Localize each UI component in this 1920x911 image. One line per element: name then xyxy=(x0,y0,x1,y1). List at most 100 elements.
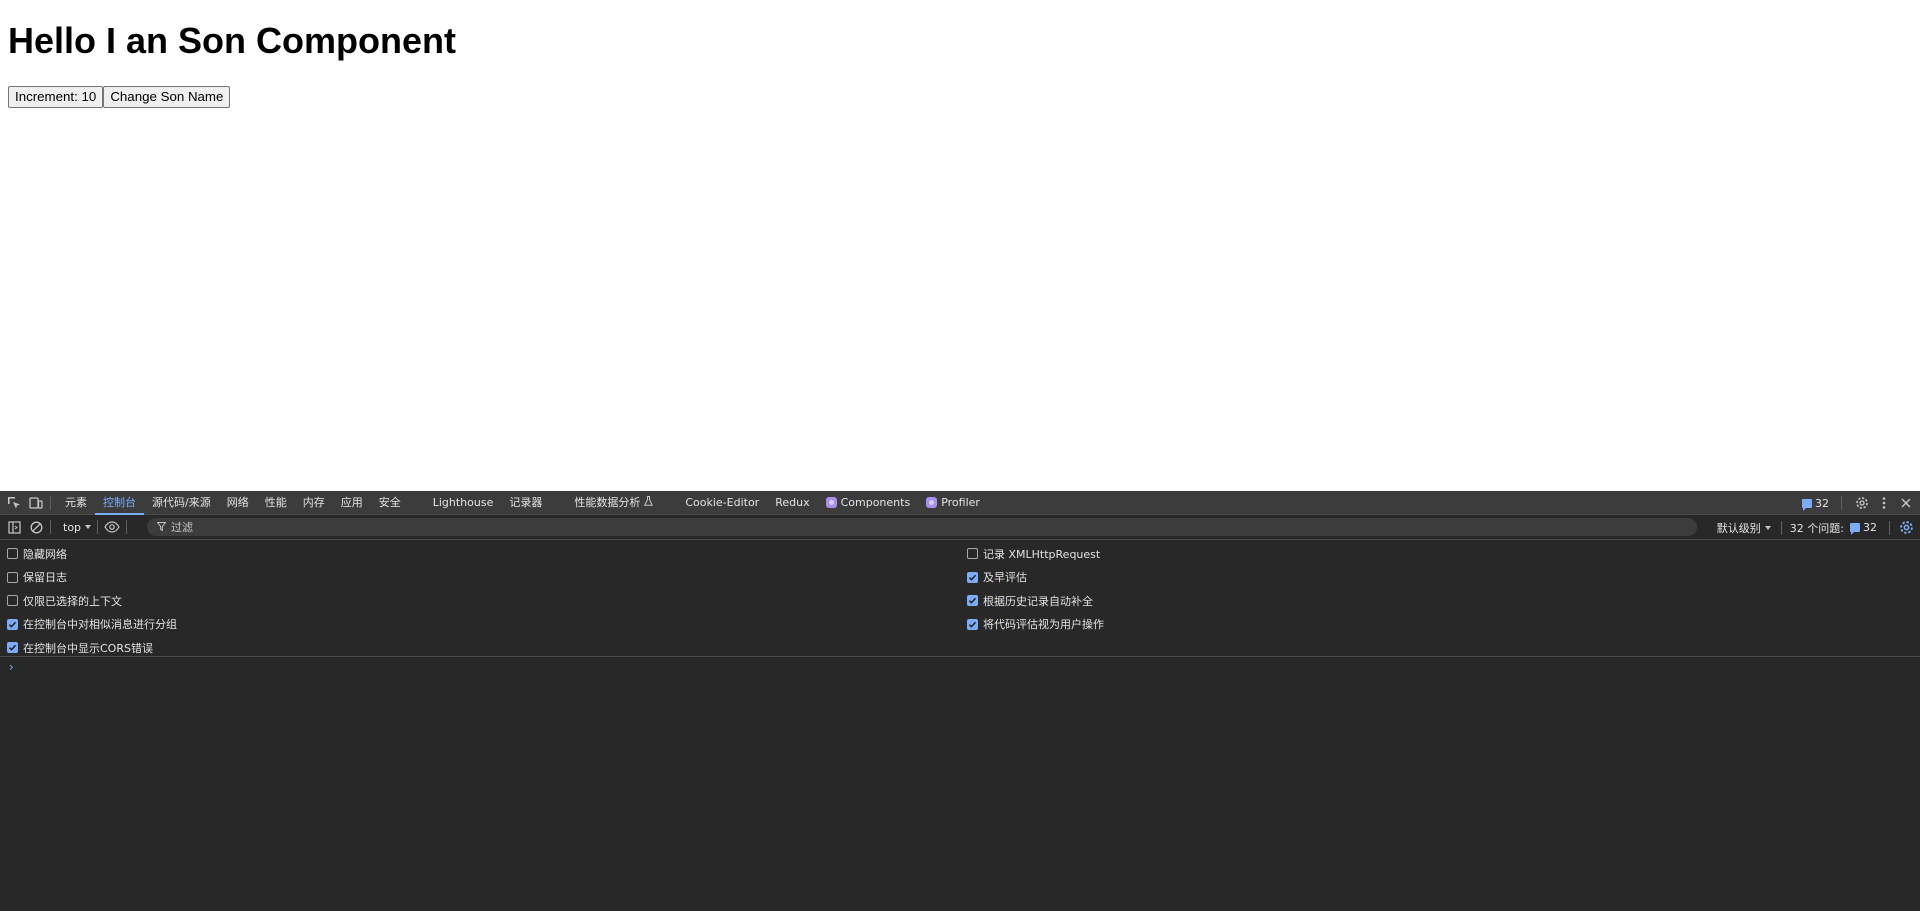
tab-item-2[interactable]: 源代码/来源 xyxy=(144,491,219,515)
context-selector[interactable]: top xyxy=(63,521,92,534)
tab-item-9[interactable]: 记录器 xyxy=(501,491,550,515)
setting-left-4[interactable]: 在控制台中显示CORS错误 xyxy=(7,636,177,660)
tab-cookie-editor[interactable]: Cookie-Editor xyxy=(677,491,767,515)
setting-label: 隐藏网络 xyxy=(23,547,67,561)
tabbar-right: 32 xyxy=(1802,491,1914,515)
setting-right-0[interactable]: 记录 XMLHttpRequest xyxy=(967,542,1104,566)
issue-flag-icon xyxy=(1802,498,1812,511)
tab-label: Components xyxy=(840,495,911,509)
tab-label: 性能 xyxy=(264,495,287,509)
setting-left-3[interactable]: 在控制台中对相似消息进行分组 xyxy=(7,613,177,637)
filter-box xyxy=(147,518,1697,536)
setting-checkbox[interactable] xyxy=(7,571,18,583)
setting-checkbox[interactable] xyxy=(967,595,978,607)
console-settings: 隐藏网络保留日志仅限已选择的上下文在控制台中对相似消息进行分组 在控制台中显示CO… xyxy=(0,540,1920,657)
issues-label: 32 个问题: xyxy=(1789,521,1844,535)
setting-right-2[interactable]: 根据历史记录自动补全 xyxy=(967,589,1104,613)
change-son-name-button[interactable]: Change Son Name xyxy=(103,86,231,108)
divider xyxy=(50,495,51,510)
setting-right-1[interactable]: 及早评估 xyxy=(967,566,1104,590)
clear-console-icon[interactable] xyxy=(28,519,44,535)
close-icon[interactable] xyxy=(1898,495,1914,511)
issues-count: 32 xyxy=(1863,521,1877,534)
devtools-tabbar: 元素 控制台 源代码/来源 网络 性能 内存 应用 安全 Lighthouse 记录器 性能数据分析… xyxy=(0,491,1920,515)
filter-icon xyxy=(156,521,167,534)
more-options-icon[interactable] xyxy=(1876,495,1892,511)
setting-checkbox[interactable] xyxy=(967,618,978,630)
tab-label: 内存 xyxy=(302,495,325,509)
devtools-panel: 元素 控制台 源代码/来源 网络 性能 内存 应用 安全 Lighthouse 记录器 性能数据分析… xyxy=(0,491,1920,911)
issues-counter[interactable]: 32 个问题: 32 xyxy=(1790,520,1877,536)
tab-item-0[interactable]: 元素 xyxy=(57,491,95,515)
issues-badge[interactable]: 32 xyxy=(1802,496,1829,511)
log-level-dropdown[interactable]: 默认级别 xyxy=(1717,520,1771,536)
divider xyxy=(126,520,128,534)
settings-right-column: 记录 XMLHttpRequest 及早评估根据历史记录自动补全将代码评估视为用户… xyxy=(967,542,1104,636)
tab-item-5[interactable]: 内存 xyxy=(295,491,333,515)
device-toolbar-icon[interactable] xyxy=(28,495,44,511)
tab-list: 元素 控制台 源代码/来源 网络 性能 内存 应用 安全 Lighthouse 记录器 性能数据分析… xyxy=(57,491,988,515)
setting-checkbox[interactable] xyxy=(7,618,18,630)
setting-label: 将代码评估视为用户操作 xyxy=(983,618,1104,632)
setting-checkbox[interactable] xyxy=(7,595,18,607)
setting-checkbox[interactable] xyxy=(967,571,978,583)
chevron-down-icon xyxy=(85,525,92,529)
sidebar-toggle-icon[interactable] xyxy=(6,519,22,535)
issues-badge-count: 32 xyxy=(1815,496,1829,510)
chevron-down-icon xyxy=(1764,525,1771,530)
tab-label: Profiler xyxy=(941,495,980,509)
experiment-flask-icon xyxy=(644,491,654,515)
tab-item-7[interactable]: 安全 xyxy=(371,491,409,515)
divider xyxy=(1841,496,1842,510)
prompt-chevron-icon: › xyxy=(9,660,14,674)
button-row: Increment: 10 Change Son Name xyxy=(8,86,231,108)
tab-label: Redux xyxy=(775,495,810,509)
console-settings-gear-icon[interactable] xyxy=(1896,518,1916,538)
setting-checkbox[interactable] xyxy=(7,548,18,560)
tab-label: 应用 xyxy=(340,495,363,509)
increment-button[interactable]: Increment: 10 xyxy=(8,86,104,108)
tab-item-1[interactable]: 控制台 xyxy=(95,491,144,515)
divider xyxy=(97,520,99,534)
setting-checkbox[interactable] xyxy=(967,548,978,560)
setting-label: 在控制台中显示CORS错误 xyxy=(23,641,153,655)
divider xyxy=(1889,520,1890,535)
tab-item-3[interactable]: 网络 xyxy=(219,491,257,515)
setting-checkbox[interactable] xyxy=(7,642,18,654)
settings-left-column: 隐藏网络保留日志仅限已选择的上下文在控制台中对相似消息进行分组 在控制台中显示CO… xyxy=(7,542,177,660)
divider xyxy=(50,520,51,534)
setting-label: 记录 XMLHttpRequest xyxy=(983,547,1101,561)
tab-profiler[interactable]: Profiler xyxy=(918,491,988,515)
tab-redux[interactable]: Redux xyxy=(767,491,817,515)
toolbar-right: 默认级别 32 个问题: 32 xyxy=(1717,515,1920,540)
tab-components[interactable]: Components xyxy=(818,491,919,515)
tab-lighthouse[interactable]: Lighthouse xyxy=(425,491,502,515)
setting-left-0[interactable]: 隐藏网络 xyxy=(7,542,177,566)
tab-item-6[interactable]: 应用 xyxy=(333,491,371,515)
tab-item-10[interactable]: 性能数据分析 xyxy=(566,491,661,515)
setting-label: 在控制台中对相似消息进行分组 xyxy=(23,618,177,632)
live-expression-eye-icon[interactable] xyxy=(104,519,120,535)
divider xyxy=(1780,520,1782,535)
tab-label: 源代码/来源 xyxy=(152,495,211,509)
tab-label: 网络 xyxy=(226,495,249,509)
console-toolbar: top 默认级别 32 个问题: 32 xyxy=(0,515,1920,540)
tab-label: Lighthouse xyxy=(432,495,494,509)
page-heading: Hello I an Son Component xyxy=(8,20,456,61)
console-prompt[interactable]: › xyxy=(0,657,1920,677)
page-viewport: Hello I an Son Component Increment: 10 C… xyxy=(0,0,1920,491)
filter-input[interactable] xyxy=(171,520,1671,534)
log-level-label: 默认级别 xyxy=(1716,521,1761,535)
inspect-element-icon[interactable] xyxy=(6,495,22,511)
tab-label: Cookie-Editor xyxy=(685,495,760,509)
setting-left-1[interactable]: 保留日志 xyxy=(7,566,177,590)
setting-label: 及早评估 xyxy=(983,571,1027,585)
settings-gear-icon[interactable] xyxy=(1854,495,1870,511)
setting-label: 仅限已选择的上下文 xyxy=(23,594,122,608)
setting-right-3[interactable]: 将代码评估视为用户操作 xyxy=(967,613,1104,637)
setting-label: 保留日志 xyxy=(23,571,67,585)
tab-label: 性能数据分析 xyxy=(574,495,641,509)
tab-item-4[interactable]: 性能 xyxy=(257,491,295,515)
setting-left-2[interactable]: 仅限已选择的上下文 xyxy=(7,589,177,613)
react-extension-icon xyxy=(825,497,837,508)
